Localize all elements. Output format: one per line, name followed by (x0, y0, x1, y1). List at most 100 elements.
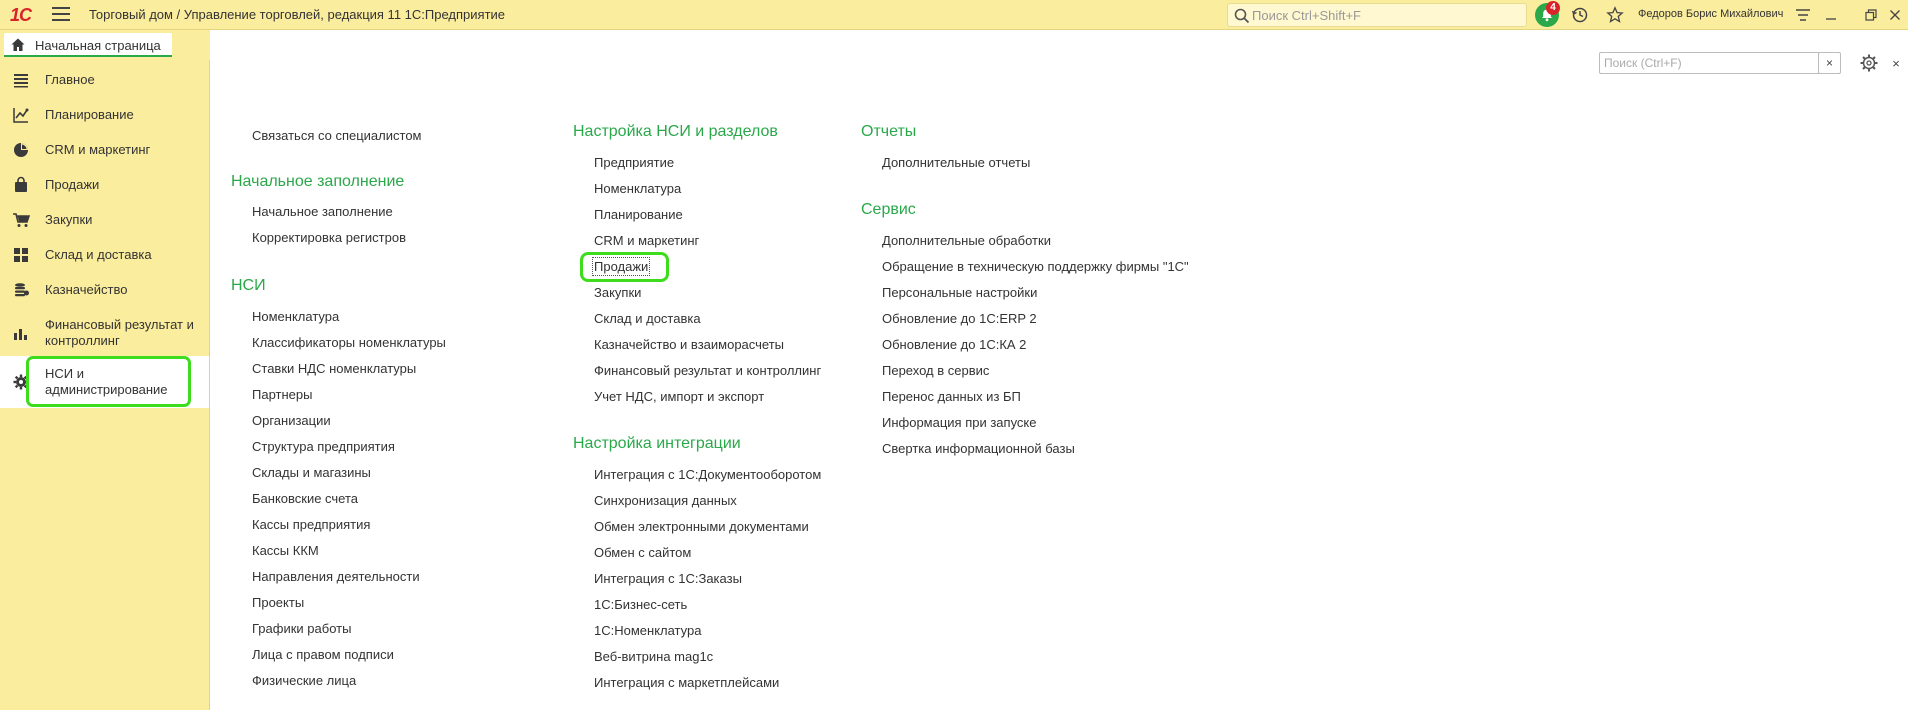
list-item[interactable]: Обновление до 1С:ERP 2 (882, 311, 1037, 326)
list-item[interactable]: Персональные настройки (882, 285, 1037, 300)
hamburger-menu-icon[interactable] (52, 7, 70, 23)
list-item[interactable]: Казначейство и взаиморасчеты (594, 337, 784, 352)
list-item[interactable]: Учет НДС, импорт и экспорт (594, 389, 764, 404)
app-logo[interactable]: 1С (10, 5, 32, 25)
list-item[interactable]: Предприятие (594, 155, 674, 170)
list-icon (14, 74, 28, 88)
section-title-nsi: НСИ (231, 277, 266, 294)
sidebar-item-crm[interactable]: CRM и маркетинг (0, 139, 209, 161)
sidebar-item-warehouse[interactable]: Склад и доставка (0, 244, 209, 266)
list-item[interactable]: Лица с правом подписи (252, 647, 394, 662)
list-item[interactable]: Обращение в техническую поддержку фирмы … (882, 259, 1189, 274)
sections-sidebar: Главное Планирование CRM и маркетинг Про… (0, 60, 210, 710)
list-item[interactable]: Переход в сервис (882, 363, 989, 378)
form-search-input[interactable] (1604, 55, 1804, 71)
close-form-button[interactable]: × (1886, 53, 1906, 73)
current-user-name[interactable]: Федоров Борис Михайлович (1638, 8, 1783, 20)
sidebar-item-label: Закупки (45, 212, 93, 227)
tab-home-label: Начальная страница (35, 38, 161, 53)
list-item[interactable]: Перенос данных из БП (882, 389, 1021, 404)
link-initial-fill[interactable]: Начальное заполнение (252, 204, 393, 219)
section-title-initial-fill: Начальное заполнение (231, 173, 405, 190)
title-bar: 1С Торговый дом / Управление торговлей, … (0, 0, 1908, 30)
sidebar-item-planning[interactable]: Планирование (0, 104, 209, 126)
list-item[interactable]: Классификаторы номенклатуры (252, 335, 446, 350)
section-title-service: Сервис (861, 201, 916, 218)
sidebar-item-label: Финансовый результат и контроллинг (45, 317, 194, 348)
list-item[interactable]: Обмен с сайтом (594, 545, 691, 560)
list-item[interactable]: Склад и доставка (594, 311, 701, 326)
sidebar-item-treasury[interactable]: Казначейство (0, 279, 209, 301)
global-search[interactable] (1227, 3, 1527, 27)
close-window-icon[interactable] (1885, 5, 1905, 25)
list-item[interactable]: Склады и магазины (252, 465, 371, 480)
sidebar-item-sales[interactable]: Продажи (0, 174, 209, 196)
tab-strip: Начальная страница (0, 30, 210, 60)
list-item[interactable]: Графики работы (252, 621, 351, 636)
sidebar-item-label: CRM и маркетинг (45, 142, 151, 157)
grid-icon (14, 248, 28, 262)
highlight-frame (580, 252, 669, 282)
sidebar-item-label: Склад и доставка (45, 247, 152, 262)
list-item[interactable]: Кассы предприятия (252, 517, 370, 532)
settings-lines-icon[interactable] (1792, 4, 1814, 26)
sidebar-item-finance[interactable]: Финансовый результат и контроллинг (0, 314, 209, 352)
list-item[interactable]: Интеграция с маркетплейсами (594, 675, 779, 690)
list-item[interactable]: Номенклатура (594, 181, 681, 196)
list-item[interactable]: Номенклатура (252, 309, 339, 324)
main-content: × × Связаться со специалистом Начальное … (210, 30, 1908, 710)
list-item[interactable]: Обмен электронными документами (594, 519, 809, 534)
list-item[interactable]: Свертка информационной базы (882, 441, 1075, 456)
list-item[interactable]: Финансовый результат и контроллинг (594, 363, 821, 378)
list-item[interactable]: Дополнительные отчеты (882, 155, 1030, 170)
clear-search-button[interactable]: × (1818, 52, 1841, 74)
notifications-count-badge: 4 (1546, 1, 1560, 15)
list-item[interactable]: Партнеры (252, 387, 312, 402)
settings-gear-icon[interactable] (1858, 52, 1880, 74)
list-item[interactable]: CRM и маркетинг (594, 233, 699, 248)
app-title: Торговый дом / Управление торговлей, ред… (89, 7, 506, 22)
list-item[interactable]: Интеграция с 1С:Заказы (594, 571, 742, 586)
form-search[interactable] (1599, 52, 1832, 74)
list-item[interactable]: Синхронизация данных (594, 493, 737, 508)
section-title-integration: Настройка интеграции (573, 435, 741, 452)
tab-home-page[interactable]: Начальная страница (4, 33, 172, 57)
highlight-frame (26, 356, 191, 407)
list-item[interactable]: Интеграция с 1С:Документооборотом (594, 467, 821, 482)
chart-icon (13, 108, 29, 123)
list-item[interactable]: Структура предприятия (252, 439, 395, 454)
list-item[interactable]: Физические лица (252, 673, 356, 688)
section-title-nsi-settings: Настройка НСИ и разделов (573, 123, 778, 140)
list-item[interactable]: 1С:Бизнес-сеть (594, 597, 687, 612)
list-item[interactable]: Веб-витрина mag1c (594, 649, 713, 664)
bag-icon (15, 176, 27, 192)
cart-icon (13, 213, 30, 227)
bars-icon (14, 329, 27, 340)
list-item[interactable]: Банковские счета (252, 491, 358, 506)
list-item[interactable]: Дополнительные обработки (882, 233, 1051, 248)
section-title-reports: Отчеты (861, 123, 917, 140)
sidebar-item-main[interactable]: Главное (0, 69, 209, 91)
coins-icon (15, 283, 29, 297)
restore-icon[interactable] (1861, 5, 1881, 25)
favorites-star-icon[interactable] (1604, 4, 1626, 26)
list-item[interactable]: Обновление до 1С:КА 2 (882, 337, 1026, 352)
list-item[interactable]: Планирование (594, 207, 683, 222)
list-item[interactable]: 1С:Номенклатура (594, 623, 701, 638)
list-item[interactable]: Направления деятельности (252, 569, 420, 584)
list-item[interactable]: Организации (252, 413, 331, 428)
link-register-adjust[interactable]: Корректировка регистров (252, 230, 406, 245)
list-item[interactable]: Закупки (594, 285, 641, 300)
list-item[interactable]: Ставки НДС номенклатуры (252, 361, 416, 376)
list-item[interactable]: Информация при запуске (882, 415, 1037, 430)
sidebar-item-purchases[interactable]: Закупки (0, 209, 209, 231)
list-item[interactable]: Кассы ККМ (252, 543, 319, 558)
sidebar-item-label: Планирование (45, 107, 134, 122)
contact-specialist-link[interactable]: Связаться со специалистом (252, 128, 422, 143)
minimize-icon[interactable] (1821, 5, 1841, 25)
list-item[interactable]: Проекты (252, 595, 304, 610)
global-search-input[interactable] (1252, 6, 1522, 24)
sidebar-item-label: Казначейство (45, 282, 128, 297)
history-icon[interactable] (1569, 4, 1591, 26)
home-icon (11, 38, 25, 51)
